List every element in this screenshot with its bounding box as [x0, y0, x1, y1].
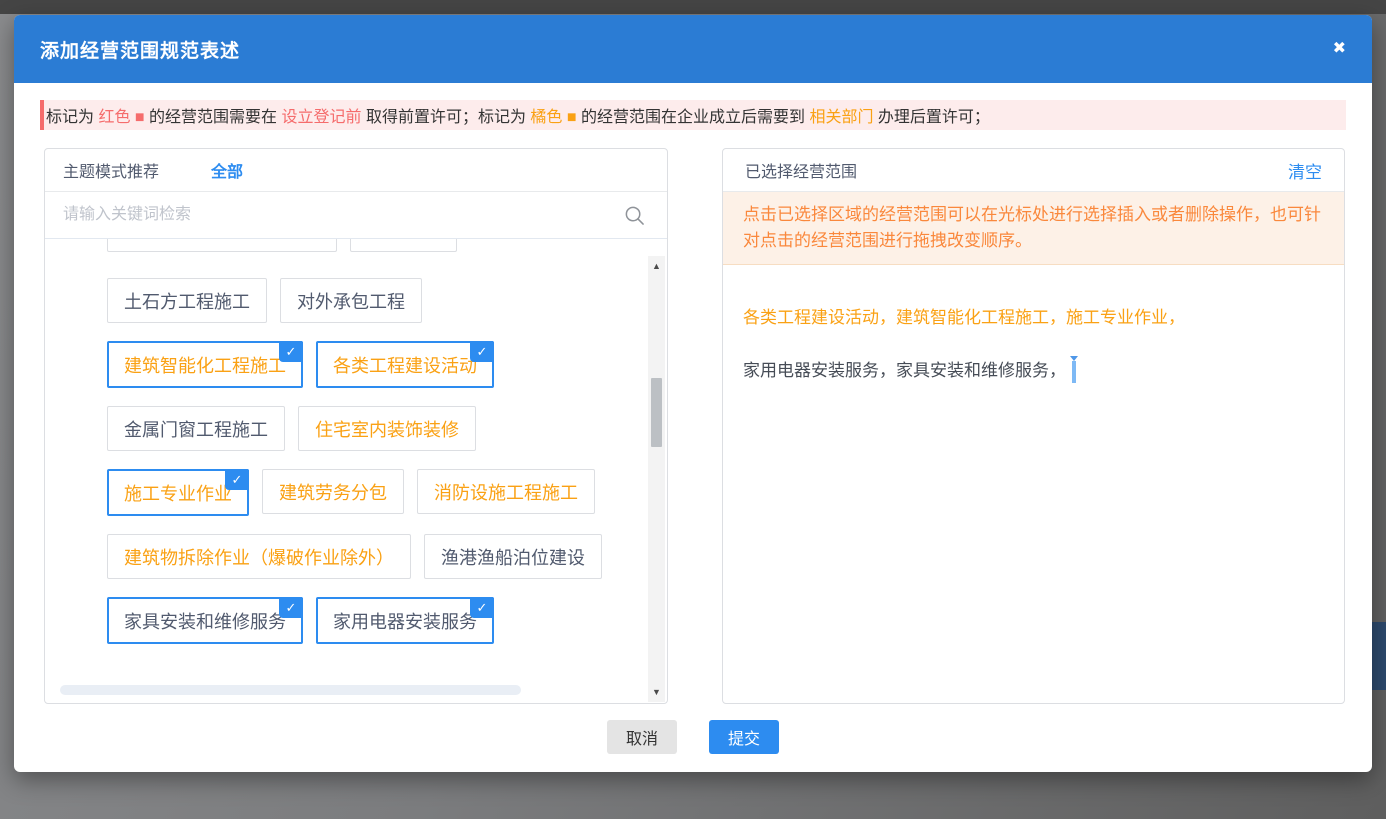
- tag-row: 建筑物拆除作业（爆破作业除外） 渔港渔船泊位建设: [107, 534, 667, 579]
- search-icon[interactable]: [624, 205, 645, 226]
- submit-button[interactable]: 提交: [709, 720, 779, 754]
- scope-tag-label: 土石方工程施工: [124, 288, 250, 314]
- selected-content: 各类工程建设活动，建筑智能化工程施工，施工专业作业， 家用电器安装服务，家具安装和…: [723, 265, 1344, 383]
- picker-tabs: 主题模式推荐 全部: [45, 149, 667, 192]
- scope-tag-label: 家具安装和维修服务: [124, 608, 286, 634]
- scroll-down-icon[interactable]: ▼: [648, 687, 665, 697]
- check-icon: ✓: [279, 341, 303, 362]
- selected-scope-line[interactable]: 各类工程建设活动，建筑智能化工程施工，施工专业作业，: [743, 303, 1324, 328]
- tag-partial[interactable]: [350, 239, 457, 252]
- page-top-strip: [0, 0, 1386, 14]
- alert-highlight: 设立登记前: [281, 109, 361, 126]
- scope-tag[interactable]: 消防设施工程施工: [417, 469, 595, 514]
- tab-all[interactable]: 全部: [211, 158, 243, 182]
- scope-tag[interactable]: 金属门窗工程施工: [107, 406, 285, 451]
- scope-tag[interactable]: 建筑劳务分包: [262, 469, 404, 514]
- keyword-search-input[interactable]: [45, 192, 667, 238]
- scope-tag-label: 消防设施工程施工: [434, 479, 578, 505]
- legend-alert-bar: 标记为 红色 ■ 的经营范围需要在 设立登记前 取得前置许可；标记为 橘色 ■ …: [40, 100, 1346, 130]
- scope-tag[interactable]: 家用电器安装服务✓: [316, 597, 494, 644]
- dialog-header: 添加经营范围规范表述 ✖: [14, 15, 1372, 83]
- scroll-up-icon[interactable]: ▲: [648, 261, 665, 271]
- selected-panel-title: 已选择经营范围: [745, 158, 857, 182]
- scope-tag-label: 建筑物拆除作业（爆破作业除外）: [124, 544, 394, 570]
- underlying-page-fragment: [1372, 622, 1386, 690]
- check-icon: ✓: [225, 469, 249, 490]
- scope-tag-label: 建筑智能化工程施工: [124, 352, 286, 378]
- scope-tag[interactable]: 土石方工程施工: [107, 278, 267, 323]
- horizontal-scrollbar[interactable]: [60, 685, 521, 695]
- dialog-footer: 取消 提交: [14, 720, 1372, 754]
- scope-tag[interactable]: 建筑智能化工程施工✓: [107, 341, 303, 388]
- text-caret: [1072, 361, 1076, 383]
- close-icon[interactable]: ✖: [1333, 41, 1346, 57]
- cancel-button[interactable]: 取消: [607, 720, 677, 754]
- selected-scope-text: 家用电器安装服务，家具安装和维修服务，: [743, 361, 1066, 380]
- scope-tag[interactable]: 施工专业作业✓: [107, 469, 249, 516]
- scrollbar-thumb[interactable]: [651, 378, 662, 447]
- add-business-scope-dialog: 添加经营范围规范表述 ✖ 标记为 红色 ■ 的经营范围需要在 设立登记前 取得前…: [14, 15, 1372, 772]
- selected-panel-notice: 点击已选择区域的经营范围可以在光标处进行选择插入或者删除操作，也可针对点击的经营…: [723, 192, 1344, 265]
- alert-segment: 办理后置许可；: [873, 109, 989, 126]
- scope-tag-label: 建筑劳务分包: [279, 479, 387, 505]
- tab-theme-mode[interactable]: 主题模式推荐: [63, 158, 159, 182]
- vertical-scrollbar[interactable]: ▲ ▼: [648, 256, 665, 702]
- scope-tag-label: 渔港渔船泊位建设: [441, 544, 585, 570]
- scope-tag[interactable]: 家具安装和维修服务✓: [107, 597, 303, 644]
- check-icon: ✓: [470, 597, 494, 618]
- scope-tag[interactable]: 建筑物拆除作业（爆破作业除外）: [107, 534, 411, 579]
- alert-highlight: 橘色: [530, 109, 562, 126]
- search-row: [45, 192, 667, 239]
- scope-tag-label: 住宅室内装饰装修: [315, 416, 459, 442]
- tag-row: 建筑智能化工程施工✓各类工程建设活动✓: [107, 341, 667, 388]
- alert-segment: 标记为: [46, 109, 98, 126]
- tag-row: 家具安装和维修服务✓家用电器安装服务✓: [107, 597, 667, 644]
- scope-tag-label: 对外承包工程: [297, 288, 405, 314]
- check-icon: ✓: [470, 341, 494, 362]
- scope-tag-label: 各类工程建设活动: [333, 352, 477, 378]
- orange-square-icon: ■: [562, 109, 581, 126]
- clear-all-link[interactable]: 清空: [1288, 158, 1322, 183]
- tag-rows: 土石方工程施工对外承包工程建筑智能化工程施工✓各类工程建设活动✓金属门窗工程施工…: [107, 278, 667, 644]
- scope-tag[interactable]: 渔港渔船泊位建设: [424, 534, 602, 579]
- scope-tag-list: 土石方工程施工对外承包工程建筑智能化工程施工✓各类工程建设活动✓金属门窗工程施工…: [45, 239, 667, 703]
- alert-segment: 取得前置许可；标记为: [362, 109, 531, 126]
- tag-row: 施工专业作业✓ 建筑劳务分包 消防设施工程施工: [107, 469, 667, 516]
- scope-tag[interactable]: 对外承包工程: [280, 278, 422, 323]
- selected-scope-panel: 已选择经营范围 清空 点击已选择区域的经营范围可以在光标处进行选择插入或者删除操…: [722, 148, 1345, 704]
- selected-scope-line[interactable]: 家用电器安装服务，家具安装和维修服务，: [743, 356, 1324, 383]
- alert-highlight: 相关部门: [809, 109, 873, 126]
- tag-row: 金属门窗工程施工 住宅室内装饰装修: [107, 406, 667, 451]
- scope-tag-label: 家用电器安装服务: [333, 608, 477, 634]
- scope-tag-label: 金属门窗工程施工: [124, 416, 268, 442]
- alert-text: 标记为 红色 ■ 的经营范围需要在 设立登记前 取得前置许可；标记为 橘色 ■ …: [46, 103, 990, 127]
- check-icon: ✓: [279, 597, 303, 618]
- tag-row-partial: [107, 239, 667, 252]
- tag-partial[interactable]: [107, 239, 337, 252]
- selected-panel-header: 已选择经营范围 清空: [723, 149, 1344, 192]
- scope-tag[interactable]: 各类工程建设活动✓: [316, 341, 494, 388]
- alert-highlight: 红色: [98, 109, 130, 126]
- scope-picker-panel: 主题模式推荐 全部 土石方工程施工对外承包工程建筑智能化工程施工✓各类工程建设活…: [44, 148, 668, 704]
- red-square-icon: ■: [130, 109, 149, 126]
- tag-row: 土石方工程施工 对外承包工程: [107, 278, 667, 323]
- dialog-title: 添加经营范围规范表述: [40, 36, 240, 63]
- alert-segment: 的经营范围需要在: [149, 109, 281, 126]
- scope-tag[interactable]: 住宅室内装饰装修: [298, 406, 476, 451]
- alert-segment: 的经营范围在企业成立后需要到: [581, 109, 809, 126]
- selected-scope-text: 各类工程建设活动，建筑智能化工程施工，施工专业作业，: [743, 308, 1185, 327]
- scope-tag-label: 施工专业作业: [124, 480, 232, 506]
